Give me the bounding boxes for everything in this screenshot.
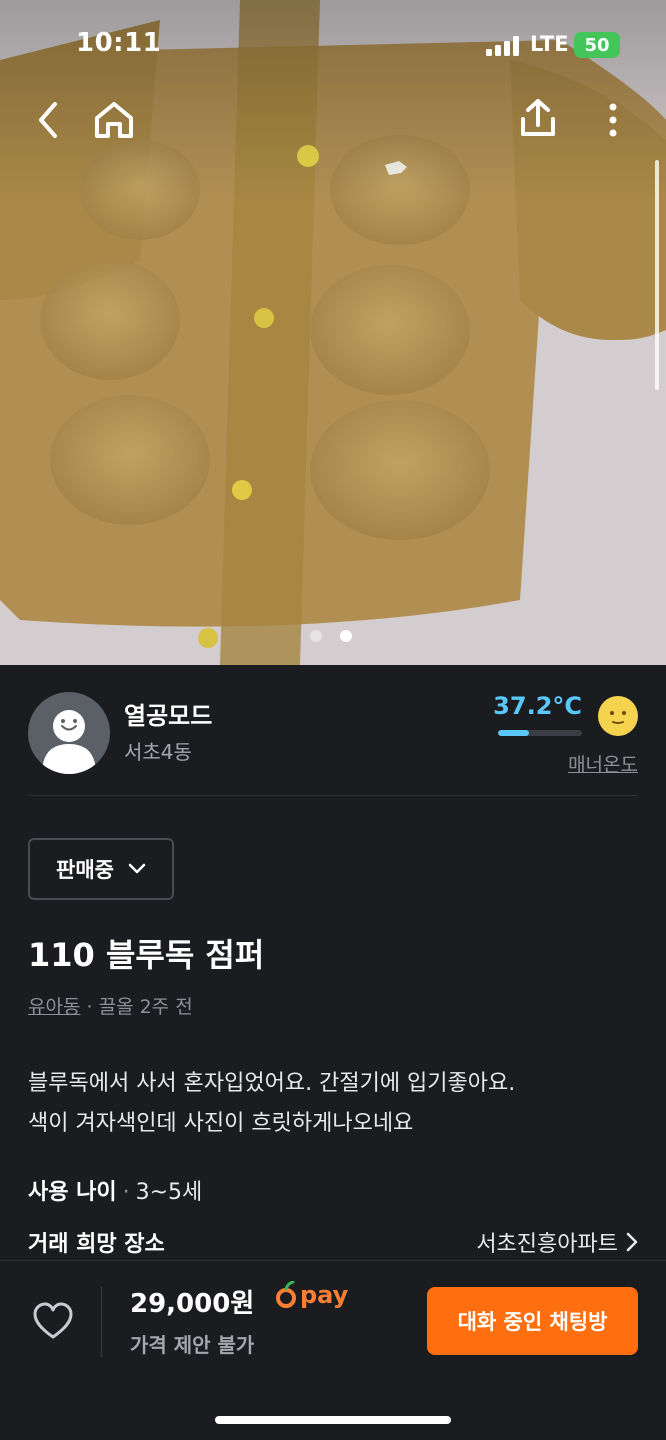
more-vertical-icon <box>609 103 617 137</box>
home-indicator <box>215 1416 451 1424</box>
posted-time: 끌올 2주 전 <box>98 996 193 1018</box>
chat-room-button[interactable]: 대화 중인 채팅방 <box>427 1287 638 1355</box>
home-icon <box>95 102 133 138</box>
product-meta: 유아동 · 끌올 2주 전 <box>28 992 193 1019</box>
seller-region: 서초4동 <box>124 740 192 764</box>
age-label: 사용 나이 <box>28 1180 117 1205</box>
trade-place-name: 서초진흥아파트 <box>476 1232 618 1257</box>
meta-separator: · <box>86 996 99 1018</box>
age-info: 사용 나이 · 3~5세 <box>28 1174 202 1206</box>
manner-temperature: 37.2°C <box>493 692 582 720</box>
chevron-right-icon <box>626 1232 638 1252</box>
home-button[interactable] <box>92 98 136 142</box>
network-type: LTE <box>530 32 569 56</box>
back-button[interactable] <box>26 98 70 142</box>
description-line: 블루독에서 사서 혼자입었어요. 간절기에 입기좋아요. <box>28 1071 516 1096</box>
divider <box>101 1287 102 1357</box>
temperature-bar-fill <box>498 730 530 736</box>
product-price: 29,000원 <box>130 1289 255 1319</box>
gallery-dot-active[interactable] <box>340 630 352 642</box>
age-value: 3~5세 <box>135 1180 203 1205</box>
product-title: 110 블루독 점퍼 <box>28 936 265 974</box>
seller-nickname[interactable]: 열공모드 <box>124 696 212 731</box>
chevron-left-icon <box>39 102 57 138</box>
trade-place-label: 거래 희망 장소 <box>28 1232 165 1257</box>
scrollbar[interactable] <box>655 160 659 390</box>
share-button[interactable] <box>516 96 560 140</box>
pay-badge: pay <box>276 1281 348 1309</box>
smile-face-icon <box>598 696 638 736</box>
description-line: 색이 겨자색인데 사진이 흐릿하게나오네요 <box>28 1111 414 1136</box>
bottom-action-bar: 29,000원 pay 가격 제안 불가 대화 중인 채팅방 <box>0 1260 666 1440</box>
trade-place-row[interactable]: 거래 희망 장소 서초진흥아파트 <box>28 1226 638 1260</box>
age-separator: · <box>122 1180 130 1205</box>
chevron-down-icon <box>128 863 146 874</box>
category-link[interactable]: 유아동 <box>28 996 80 1018</box>
share-icon <box>521 99 555 136</box>
carrot-icon <box>276 1281 296 1308</box>
status-time: 10:11 <box>76 28 162 58</box>
seller-profile[interactable]: 열공모드 서초4동 37.2°C 매너온도 <box>28 692 638 796</box>
sale-status-label: 판매중 <box>56 859 114 882</box>
manner-temperature-link[interactable]: 매너온도 <box>568 750 638 777</box>
price-offer-status: 가격 제안 불가 <box>130 1333 255 1357</box>
signal-icon <box>486 36 519 56</box>
avatar[interactable] <box>28 692 110 774</box>
gallery-dot[interactable] <box>310 630 322 642</box>
temperature-bar <box>498 730 582 736</box>
default-avatar-icon <box>42 710 96 774</box>
status-bar: 10:11 LTE 50 <box>0 0 666 90</box>
battery-level: 50 <box>584 34 610 56</box>
like-button[interactable] <box>32 1301 74 1343</box>
pay-label: pay <box>300 1281 349 1309</box>
trade-place-value[interactable]: 서초진흥아파트 <box>476 1226 638 1258</box>
more-button[interactable] <box>598 98 628 142</box>
battery-indicator: 50 <box>574 32 620 58</box>
heart-icon <box>33 1302 73 1339</box>
gallery-indicator <box>310 630 352 642</box>
sale-status-dropdown[interactable]: 판매중 <box>28 838 174 900</box>
product-description: 블루독에서 사서 혼자입었어요. 간절기에 입기좋아요. 색이 겨자색인데 사진… <box>28 1064 638 1144</box>
